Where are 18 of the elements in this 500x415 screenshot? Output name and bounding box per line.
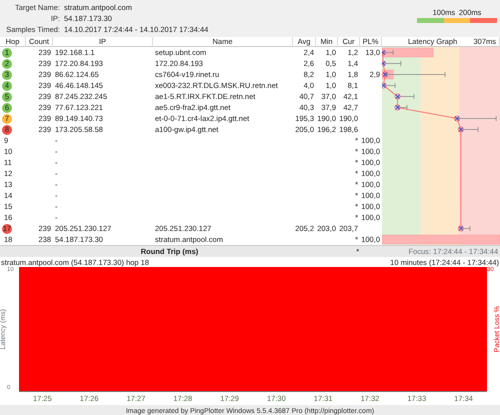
error-bar xyxy=(397,94,414,100)
latency-marker xyxy=(458,226,464,232)
error-bar xyxy=(382,60,402,66)
error-bar xyxy=(397,104,408,110)
error-bar xyxy=(456,116,496,122)
latency-marker xyxy=(454,116,460,122)
error-bar xyxy=(383,82,396,88)
error-bar xyxy=(384,72,446,78)
latency-marker xyxy=(458,126,464,132)
error-bar xyxy=(460,126,478,132)
error-bar xyxy=(382,50,394,56)
latency-marker xyxy=(382,82,386,88)
latency-marker xyxy=(382,50,386,56)
latency-marker xyxy=(382,72,388,78)
latency-marker xyxy=(394,94,401,100)
latency-marker xyxy=(382,60,386,66)
error-bar xyxy=(460,226,470,232)
latency-marker xyxy=(394,104,400,110)
